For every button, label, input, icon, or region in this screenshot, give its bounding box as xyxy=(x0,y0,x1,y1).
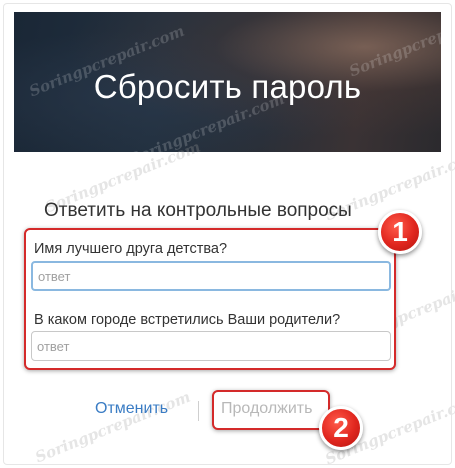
continue-button[interactable]: Продолжить xyxy=(221,400,312,418)
security-questions-heading: Ответить на контрольные вопросы xyxy=(44,200,352,221)
cancel-button[interactable]: Отменить xyxy=(95,400,168,418)
answer-1-input[interactable] xyxy=(31,261,391,291)
step-badge-1: 1 xyxy=(378,210,422,254)
answer-2-input[interactable] xyxy=(31,331,391,361)
header-banner: Сбросить пароль Soringpcrepair.com Sorin… xyxy=(14,12,441,152)
question-2-label: В каком городе встретились Ваши родители… xyxy=(34,312,341,328)
step-badge-2: 2 xyxy=(319,406,363,450)
reset-password-window: Сбросить пароль Soringpcrepair.com Sorin… xyxy=(0,0,455,468)
action-divider xyxy=(198,401,199,421)
question-1-label: Имя лучшего друга детства? xyxy=(34,241,228,257)
page-title: Сбросить пароль xyxy=(93,68,362,105)
